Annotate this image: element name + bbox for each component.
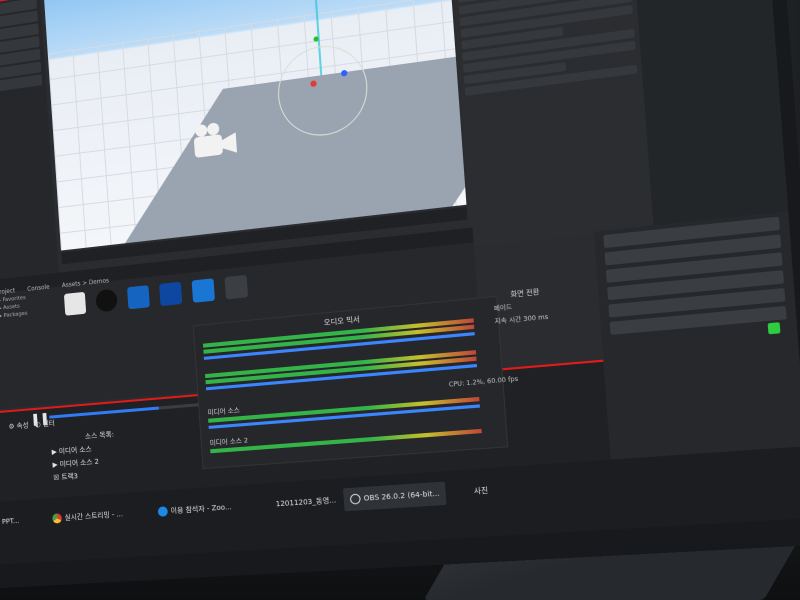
taskbar-item[interactable]: 이용 참석자 - Zoo...	[151, 495, 238, 523]
monitor-screen: Project Console Assets > Demos ▸ Favorit…	[0, 0, 800, 565]
camera-icon	[193, 122, 238, 158]
obs-icon	[349, 493, 361, 505]
chrome-icon	[52, 513, 63, 524]
properties-button[interactable]: 속성	[16, 421, 29, 430]
asset-thumb[interactable]	[159, 281, 183, 307]
filters-button[interactable]: 필터	[42, 419, 55, 428]
monitor-bezel: Project Console Assets > Demos ▸ Favorit…	[0, 0, 800, 589]
edge-icon	[157, 506, 169, 517]
taskbar-item[interactable]: 12011203_동영...	[269, 488, 343, 515]
taskbar-item[interactable]: 사진	[467, 478, 496, 503]
unity-logo-icon[interactable]	[224, 274, 249, 300]
taskbar-item[interactable]: 실시간 스트리밍 - ...	[46, 503, 129, 530]
transitions-dock: 화면 전환 페이드 지속 시간 300 ms	[486, 279, 602, 354]
monitor: Project Console Assets > Demos ▸ Favorit…	[0, 0, 800, 589]
asset-thumb[interactable]	[127, 285, 151, 310]
status-indicator	[767, 322, 781, 335]
filter-icon[interactable]: ◐	[35, 420, 41, 428]
inspector-panel	[448, 0, 654, 247]
asset-thumb[interactable]	[95, 288, 118, 313]
taskbar-item[interactable]: OBS 26.0.2 (64-bit...	[343, 481, 447, 512]
gear-icon[interactable]: ⚙	[8, 423, 14, 431]
photo-scene: Project Console Assets > Demos ▸ Favorit…	[0, 0, 800, 600]
taskbar-item[interactable]: PPT...	[0, 510, 26, 533]
asset-thumb[interactable]	[63, 291, 87, 316]
folder-tree: ▸ Favorites ▸ Assets ▸ Packages	[0, 291, 65, 405]
asset-thumb[interactable]	[191, 278, 216, 303]
